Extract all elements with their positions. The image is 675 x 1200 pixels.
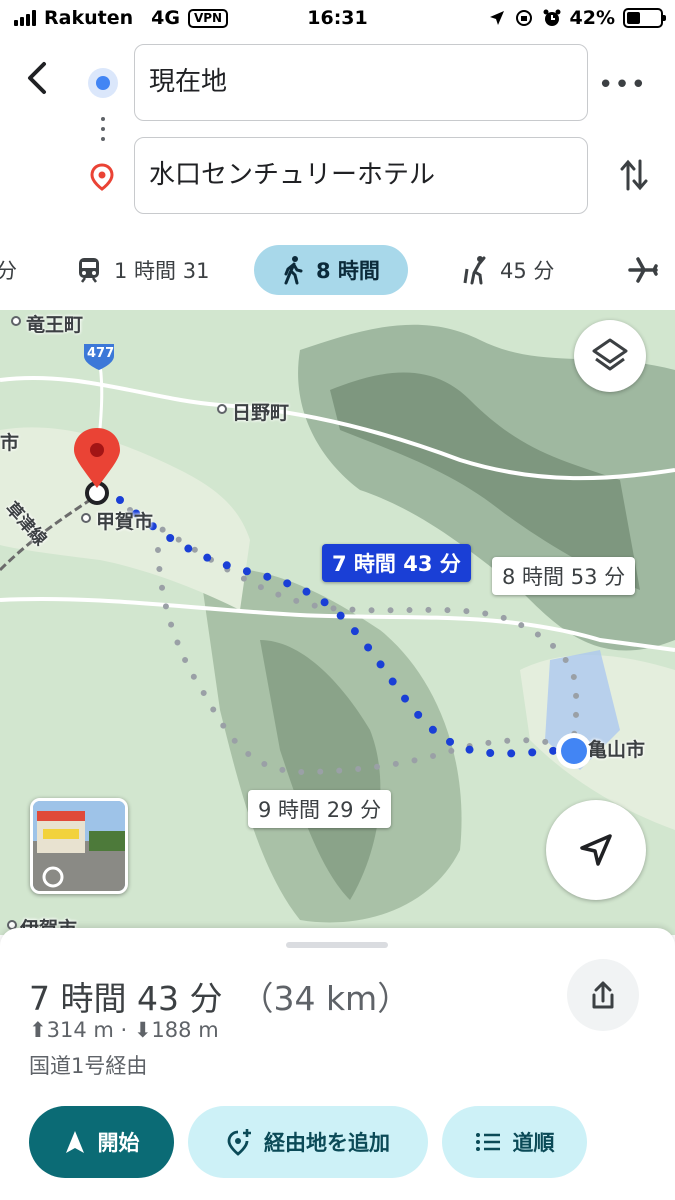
navigation-arrow-icon — [580, 834, 612, 866]
town-dot-koka — [81, 513, 91, 523]
town-dot-hino — [217, 404, 227, 414]
battery-percent: 42% — [569, 7, 615, 29]
tab-flight[interactable] — [628, 245, 658, 295]
add-location-icon — [227, 1129, 251, 1156]
route-label-alt-2[interactable]: 9 時間 29 分 — [248, 790, 392, 828]
start-label: 開始 — [97, 1131, 140, 1155]
street-view-thumbnail[interactable] — [30, 798, 128, 894]
train-icon — [79, 258, 99, 283]
mode-label-transit: 1 時間 31 — [114, 259, 210, 283]
map-label-kameyama: 亀山市 — [588, 739, 646, 761]
layers-icon — [592, 338, 628, 371]
route-label-alt-1[interactable]: 8 時間 53 分 — [492, 557, 636, 595]
route-map[interactable]: 竜王町 477 日野町 市 甲賀市 亀山市 伊賀市 草津線 7 時間 43 分 … — [0, 310, 675, 935]
town-dot-ryuo — [11, 316, 21, 326]
route-via: 国道1号経由 — [29, 1054, 148, 1078]
tab-drive[interactable]: 分 — [0, 245, 17, 295]
mode-label-walk: 8 時間 — [316, 259, 380, 283]
tab-rideshare[interactable]: 45 分 — [462, 245, 554, 295]
navigation-icon — [65, 1131, 84, 1153]
share-icon — [592, 981, 614, 1009]
destination-pin-icon — [90, 163, 114, 195]
elevation-info: ⬆314 m · ⬇188 m — [29, 1018, 219, 1042]
steps-button[interactable]: 道順 — [442, 1106, 587, 1178]
mode-label-rideshare: 45 分 — [500, 259, 555, 283]
route-details-sheet: 7 時間 43 分（34 km） ⬆314 m · ⬇188 m 国道1号経由 … — [0, 928, 675, 1200]
add-stop-button[interactable]: 経由地を追加 — [188, 1106, 428, 1178]
route-duration: 7 時間 43 分 （34 km） — [29, 972, 410, 1020]
map-label-shi: 市 — [0, 432, 20, 454]
destination-field[interactable]: 水口センチュリーホテル — [134, 137, 588, 214]
map-label-hino: 日野町 — [232, 402, 290, 424]
current-location-dot — [561, 738, 587, 764]
travel-mode-tabs: 分 1 時間 31 8 時間 45 分 — [0, 240, 675, 302]
distance-text: （34 km） — [240, 979, 411, 1018]
battery-fill — [627, 12, 640, 24]
street-view-image — [33, 801, 125, 891]
status-right: 42% — [488, 7, 666, 29]
more-horizontal-icon[interactable]: ••• — [598, 70, 647, 100]
alarm-icon — [543, 9, 561, 26]
map-label-koka: 甲賀市 — [96, 511, 154, 533]
origin-dot-icon — [88, 68, 118, 98]
share-button[interactable] — [567, 959, 639, 1031]
list-icon — [475, 1133, 500, 1151]
map-label-ryuo: 竜王町 — [26, 314, 84, 336]
steps-label: 道順 — [512, 1131, 555, 1155]
origin-field[interactable]: 現在地 — [134, 44, 588, 121]
recenter-button[interactable] — [546, 800, 646, 900]
walk-icon — [284, 256, 303, 285]
status-bar: Rakuten 4G VPN 16:31 42% — [0, 0, 675, 38]
rotation-lock-icon — [515, 10, 532, 26]
flight-icon — [628, 257, 658, 283]
duration-text: 7 時間 43 分 — [29, 979, 223, 1018]
tab-walk[interactable]: 8 時間 — [254, 245, 408, 295]
battery-icon — [623, 8, 666, 28]
map-label-477: 477 — [87, 346, 115, 361]
map-layers-button[interactable] — [574, 320, 646, 392]
mode-label-drive: 分 — [0, 259, 17, 283]
rideshare-icon — [463, 256, 486, 285]
route-label-selected[interactable]: 7 時間 43 分 — [322, 544, 471, 582]
swap-vertical-icon[interactable] — [619, 155, 649, 199]
add-stop-label: 経由地を追加 — [264, 1131, 390, 1155]
location-arrow-icon — [489, 11, 504, 25]
sheet-drag-handle[interactable] — [286, 942, 388, 948]
tab-transit[interactable]: 1 時間 31 — [76, 245, 209, 295]
route-connector — [101, 117, 105, 147]
start-button[interactable]: 開始 — [29, 1106, 174, 1178]
back-arrow-icon[interactable] — [22, 58, 58, 98]
